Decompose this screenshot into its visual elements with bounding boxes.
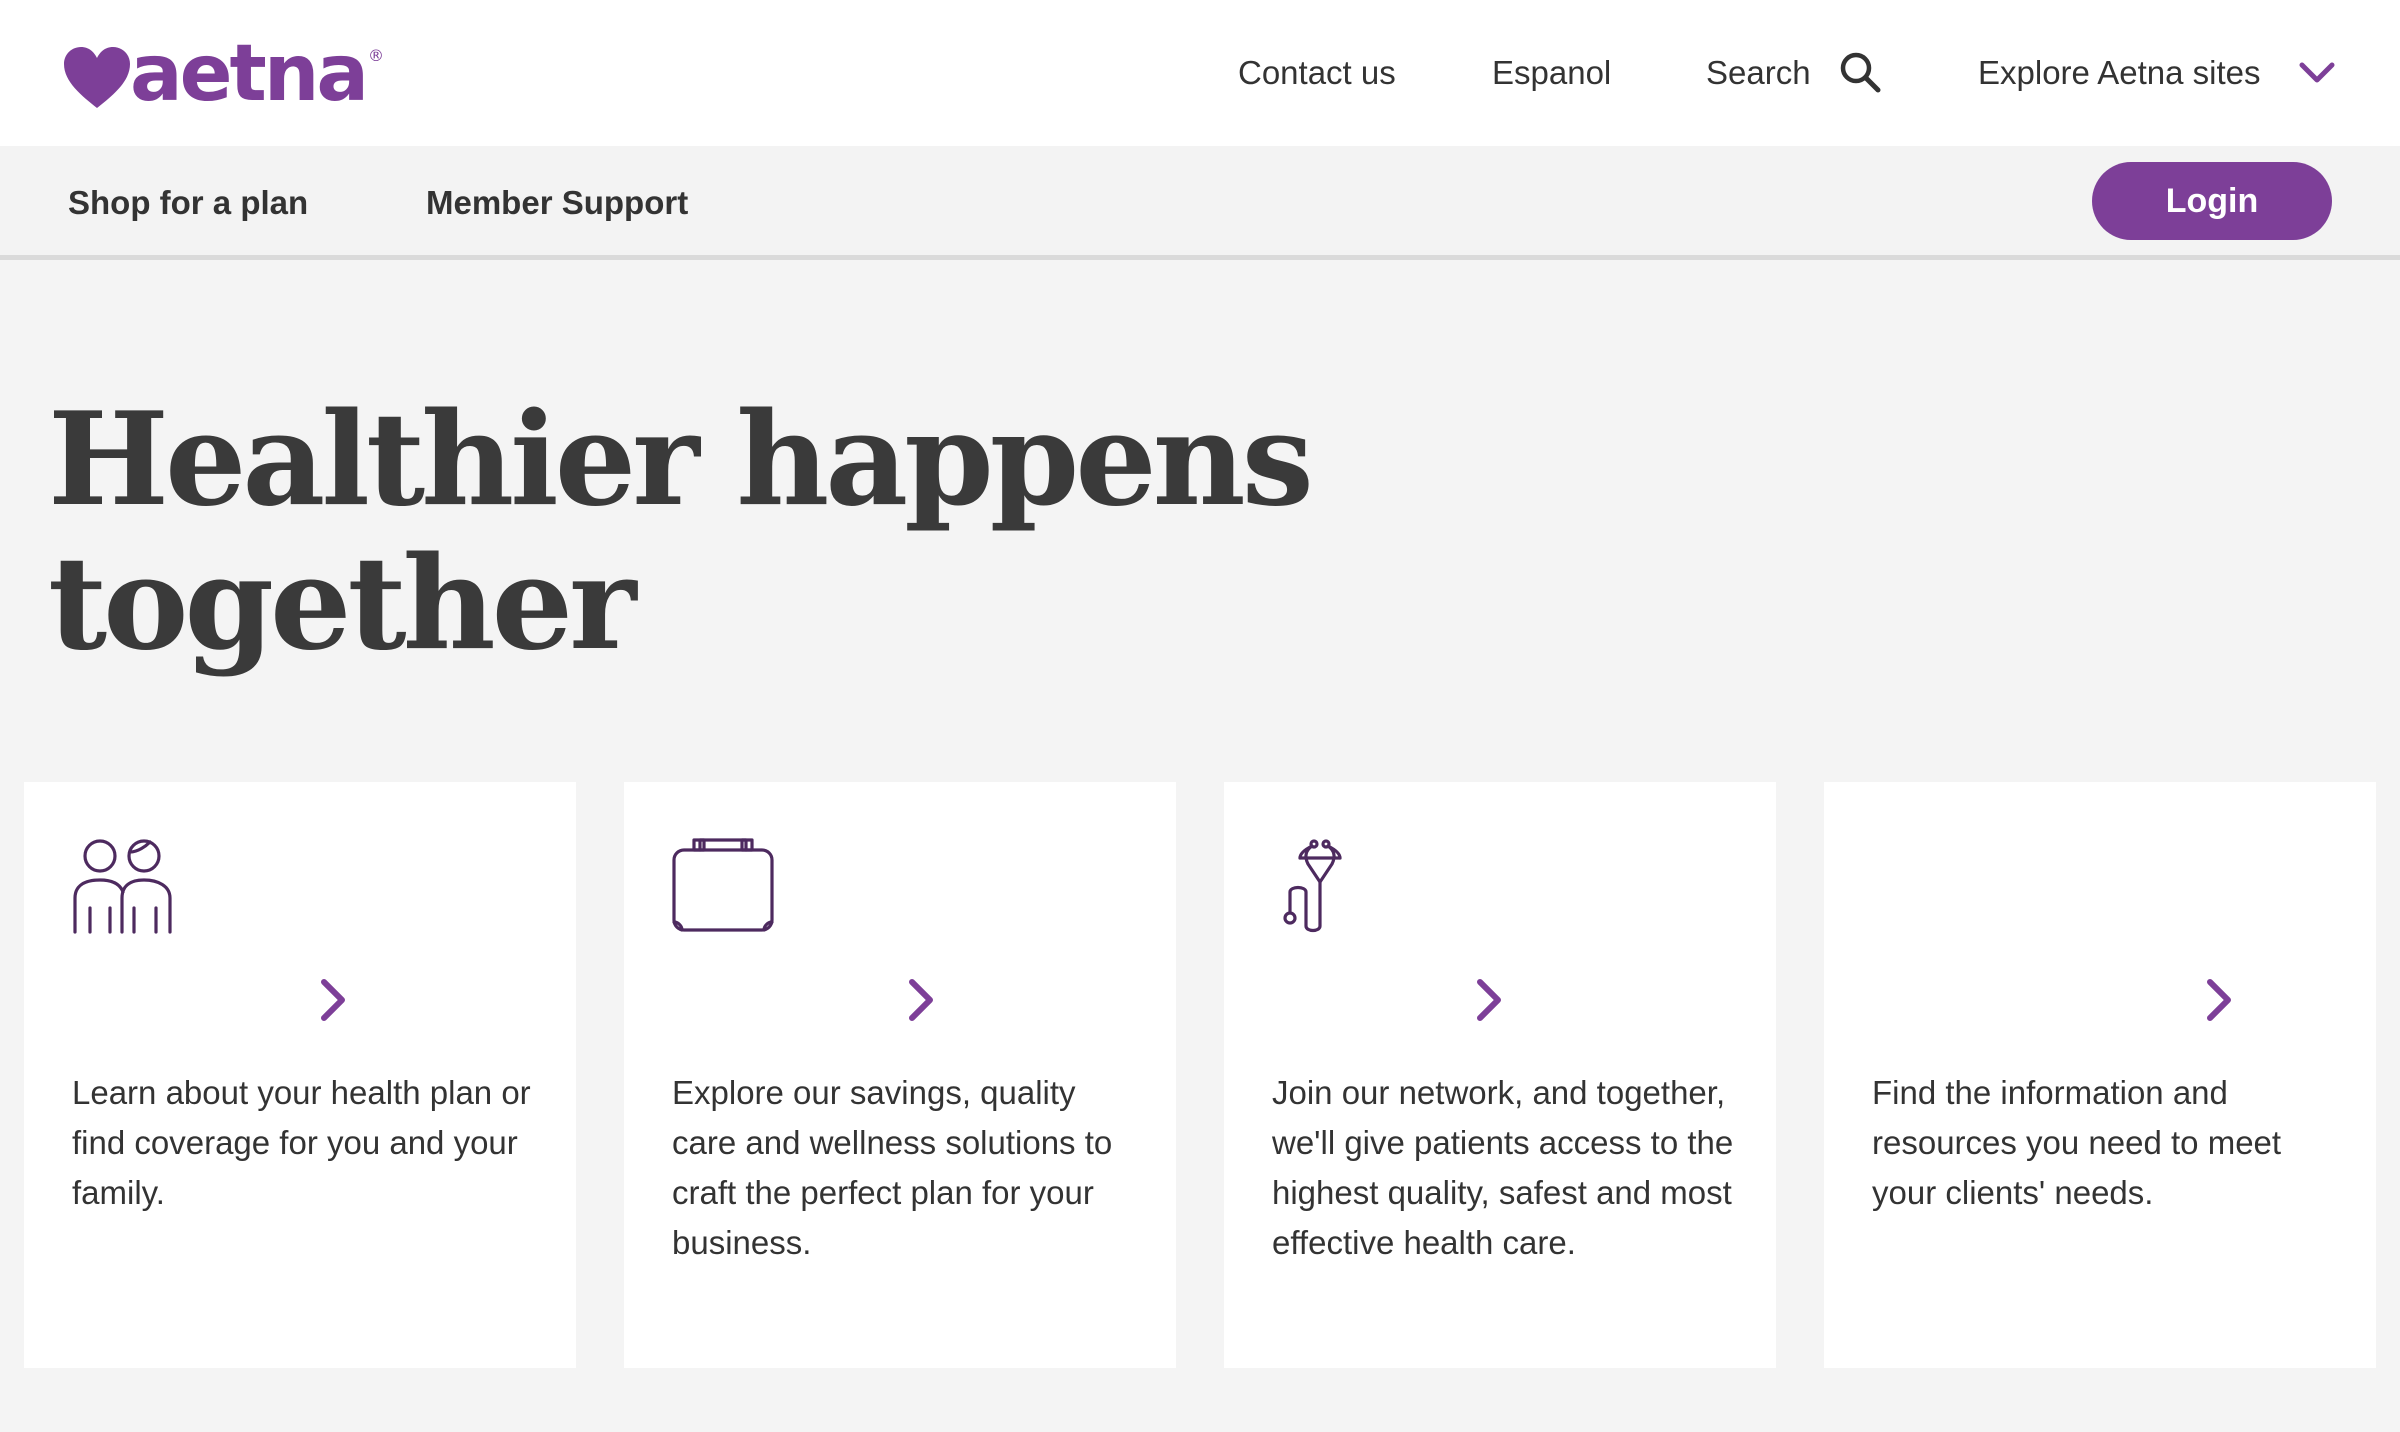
- member-support-link[interactable]: Member Support: [426, 178, 688, 228]
- card-description: Join our network, and together, we'll gi…: [1272, 1074, 1734, 1261]
- card-employers[interactable]: Explore our savings, quality care and we…: [624, 782, 1176, 1368]
- card-providers[interactable]: Join our network, and together, we'll gi…: [1224, 782, 1776, 1368]
- hero-title-line-1: Healthier happens: [48, 385, 1314, 535]
- people-icon: [73, 839, 172, 934]
- briefcase-icon: [672, 838, 774, 932]
- registered-mark: ®: [368, 46, 384, 65]
- top-utility-bar: aetna ® Contact us Espanol Search Explor…: [0, 0, 2400, 146]
- hero-title-line-2: together: [48, 529, 636, 679]
- chevron-right-icon[interactable]: [316, 976, 350, 1024]
- heart-logo-icon: [64, 47, 130, 108]
- shop-for-a-plan-link[interactable]: Shop for a plan: [68, 178, 308, 228]
- card-description: Find the information and resources you n…: [1872, 1074, 2282, 1211]
- chevron-down-icon[interactable]: [2298, 60, 2336, 86]
- chevron-right-icon[interactable]: [904, 976, 938, 1024]
- stethoscope-icon: [1283, 839, 1342, 933]
- card-description: Explore our savings, quality care and we…: [672, 1074, 1113, 1261]
- chevron-right-icon[interactable]: [1472, 976, 1506, 1024]
- espanol-link[interactable]: Espanol: [1492, 48, 1611, 98]
- aetna-logo[interactable]: aetna ®: [62, 29, 384, 119]
- search-link[interactable]: Search: [1706, 48, 1811, 98]
- main-nav: Shop for a plan Member Support Login: [0, 146, 2400, 260]
- chevron-right-icon[interactable]: [2202, 976, 2236, 1024]
- explore-aetna-sites-link[interactable]: Explore Aetna sites: [1978, 48, 2261, 98]
- contact-us-link[interactable]: Contact us: [1238, 48, 1396, 98]
- page-title: Healthier happens together: [48, 388, 1548, 676]
- card-description: Learn about your health plan or find cov…: [72, 1074, 531, 1211]
- logo-wordmark: aetna: [130, 29, 369, 119]
- login-button[interactable]: Login: [2092, 162, 2332, 240]
- card-brokers[interactable]: Find the information and resources you n…: [1824, 782, 2376, 1368]
- search-icon[interactable]: [1838, 50, 1882, 94]
- card-individuals[interactable]: Learn about your health plan or find cov…: [24, 782, 576, 1368]
